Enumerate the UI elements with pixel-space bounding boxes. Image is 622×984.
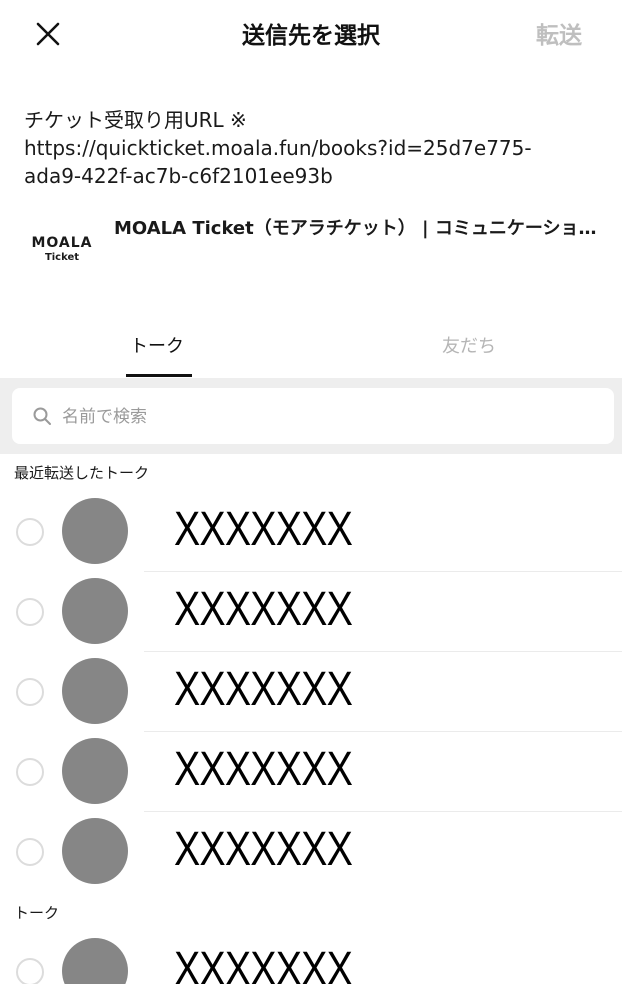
contact-row[interactable]: XXXXXXX — [0, 932, 622, 984]
forward-button[interactable]: 転送 — [536, 16, 582, 50]
preview-title: MOALA Ticket（モアラチケット） | コミュニケーションサービス — [114, 218, 600, 239]
select-radio[interactable] — [16, 758, 44, 786]
message-line-1: チケット受取り用URL ※ — [24, 108, 247, 132]
active-tab-indicator — [126, 374, 192, 377]
select-radio[interactable] — [16, 518, 44, 546]
page-title: 送信先を選択 — [242, 23, 380, 49]
logo-sub-text: Ticket — [44, 252, 80, 263]
link-preview: MOALA Ticket MOALA Ticket（モアラチケット） | コミュ… — [24, 208, 604, 288]
select-radio[interactable] — [16, 598, 44, 626]
contact-name: XXXXXXX — [174, 943, 353, 984]
search-input[interactable] — [60, 398, 604, 436]
contact-row[interactable]: XXXXXXX — [0, 572, 622, 652]
tab-talk[interactable]: トーク — [130, 332, 184, 358]
tab-friends[interactable]: 友だち — [442, 332, 496, 358]
contact-row[interactable]: XXXXXXX — [0, 652, 622, 732]
contact-row[interactable]: XXXXXXX — [0, 732, 622, 812]
header: 送信先を選択 転送 — [0, 0, 622, 66]
select-radio[interactable] — [16, 678, 44, 706]
contact-name: XXXXXXX — [174, 743, 353, 796]
message-url-line-2: ada9-422f-ac7b-c6f2101ee93b — [24, 164, 333, 188]
message-url-line-1: https://quickticket.moala.fun/books?id=2… — [24, 136, 532, 160]
avatar — [62, 658, 128, 724]
contact-name: XXXXXXX — [174, 663, 353, 716]
moala-logo: MOALA Ticket — [26, 234, 98, 278]
logo-main-text: MOALA — [31, 235, 93, 251]
tab-bar: トーク 友だち — [0, 318, 622, 378]
contact-row[interactable]: XXXXXXX — [0, 492, 622, 572]
forward-screen: 送信先を選択 転送 チケット受取り用URL ※ https://quicktic… — [0, 0, 622, 984]
shared-message: チケット受取り用URL ※ https://quickticket.moala.… — [24, 106, 604, 190]
avatar — [62, 818, 128, 884]
search-icon — [33, 407, 51, 425]
close-button[interactable] — [28, 14, 68, 54]
avatar — [62, 578, 128, 644]
avatar — [62, 938, 128, 984]
avatar — [62, 498, 128, 564]
contact-name: XXXXXXX — [174, 823, 353, 876]
section-label-recent: 最近転送したトーク — [14, 464, 150, 482]
select-radio[interactable] — [16, 958, 44, 984]
select-radio[interactable] — [16, 838, 44, 866]
avatar — [62, 738, 128, 804]
search-box[interactable] — [12, 388, 614, 444]
contact-name: XXXXXXX — [174, 583, 353, 636]
section-label-talk: トーク — [14, 904, 60, 922]
contact-name: XXXXXXX — [174, 503, 353, 556]
close-icon — [36, 22, 60, 46]
search-area — [0, 378, 622, 454]
contact-row[interactable]: XXXXXXX — [0, 812, 622, 892]
